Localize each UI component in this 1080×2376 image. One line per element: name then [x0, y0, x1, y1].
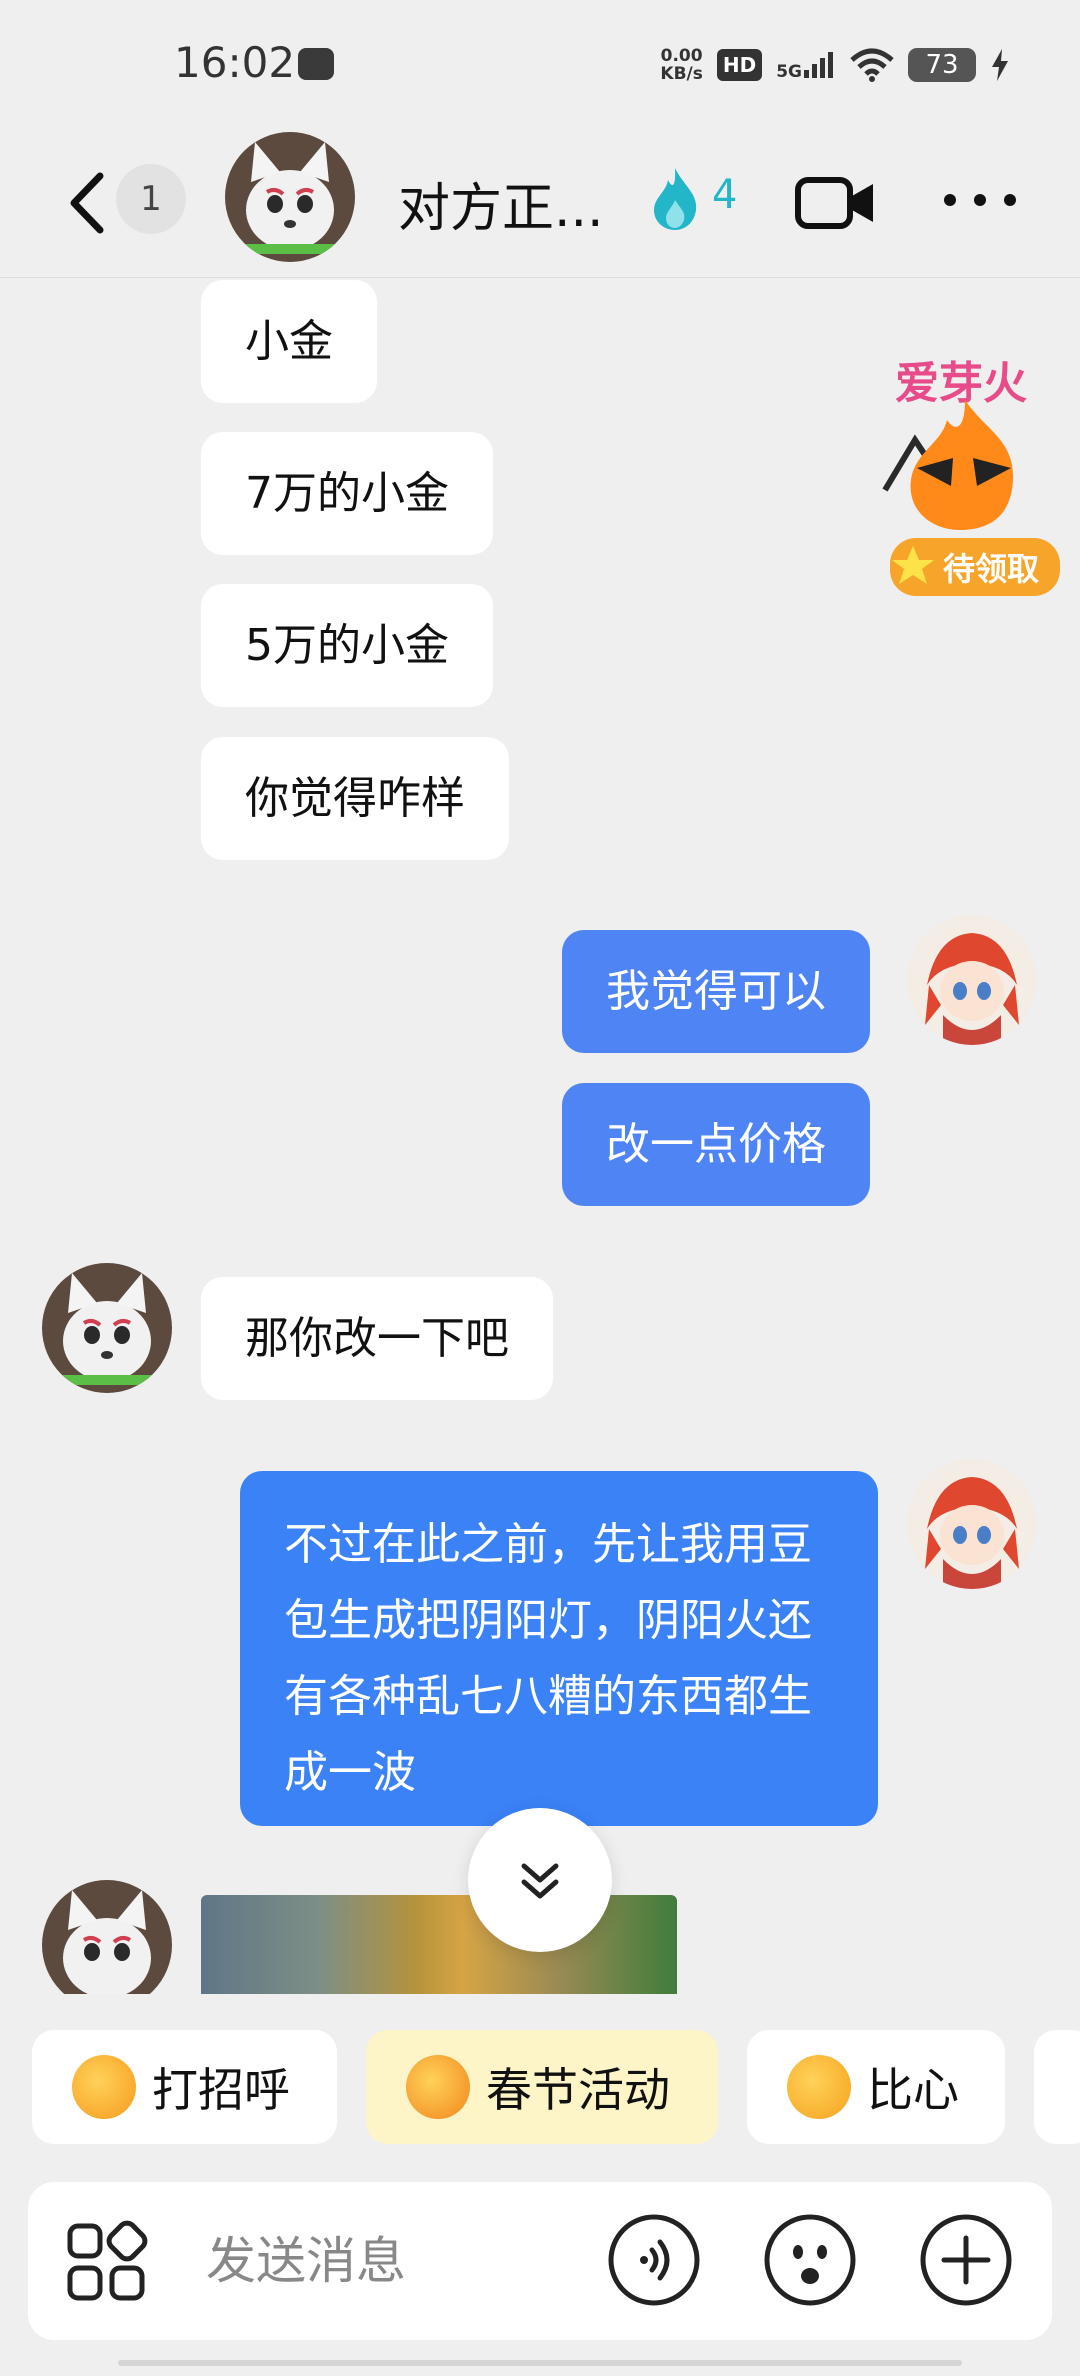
- message-bubble-incoming[interactable]: 你觉得咋样: [201, 737, 509, 860]
- hd-icon: HD: [716, 49, 763, 81]
- signal-bars-icon: [804, 52, 833, 78]
- double-chevron-down-icon: [521, 1863, 559, 1899]
- network-speed-unit: KB/s: [660, 64, 703, 84]
- contact-message-avatar[interactable]: [42, 1880, 172, 1994]
- promo-claim-label: 待领取: [943, 550, 1039, 588]
- waving-hand-emoji-icon: [72, 2055, 136, 2119]
- quick-reply-label: 比心: [867, 2063, 959, 2117]
- message-bubble-outgoing[interactable]: 改一点价格: [562, 1083, 870, 1206]
- anime-girl-avatar-image: [907, 915, 1037, 1045]
- scroll-to-bottom-button[interactable]: [468, 1808, 612, 1952]
- quick-reply-greet[interactable]: 打招呼: [32, 2030, 337, 2144]
- battery-icon: 73: [908, 48, 976, 82]
- network-type: 5G: [776, 62, 802, 82]
- my-avatar[interactable]: [907, 1459, 1037, 1589]
- status-time: 16:02: [174, 38, 296, 87]
- promo-banner-text: 爱芽火: [895, 358, 1027, 409]
- my-avatar[interactable]: [907, 915, 1037, 1045]
- chat-header: 1 对方正... 4: [0, 130, 1080, 278]
- message-bubble-outgoing[interactable]: 我觉得可以: [562, 930, 870, 1053]
- promo-reward-sticker[interactable]: 爱芽火 待领取: [855, 340, 1080, 610]
- white-fox-avatar-image: [225, 132, 355, 262]
- quick-reply-bar[interactable]: 打招呼 春节活动 比心: [0, 2030, 1080, 2146]
- gesture-bar[interactable]: [118, 2360, 962, 2366]
- voice-message-icon[interactable]: [606, 2212, 702, 2308]
- video-call-icon[interactable]: [795, 172, 877, 234]
- streak-flame-icon[interactable]: [648, 166, 702, 232]
- charging-icon: [992, 49, 1008, 81]
- emoji-face-icon[interactable]: [762, 2212, 858, 2308]
- contact-avatar[interactable]: [225, 132, 355, 262]
- flame-mascot-icon: 爱芽火 待领取: [882, 358, 1060, 596]
- vpn-icon: [298, 48, 334, 80]
- message-input-bar: [28, 2182, 1052, 2340]
- quick-reply-label: 春节活动: [486, 2063, 670, 2117]
- message-input[interactable]: [206, 2222, 606, 2300]
- anime-girl-avatar-image: [907, 1459, 1037, 1589]
- network-speed-value: 0.00: [660, 46, 703, 66]
- quick-reply-label: 打招呼: [152, 2063, 290, 2117]
- quick-reply-heart[interactable]: 比心: [747, 2030, 1005, 2144]
- network-speed: 0.00 KB/s: [660, 47, 702, 83]
- contact-message-avatar[interactable]: [42, 1263, 172, 1393]
- message-bubble-incoming[interactable]: 小金: [201, 280, 377, 403]
- more-options-icon[interactable]: [940, 185, 1020, 215]
- quick-reply-spring-festival[interactable]: 春节活动: [366, 2030, 718, 2144]
- heart-hands-emoji-icon: [787, 2055, 851, 2119]
- status-bar: 16:02 0.00 KB/s HD 5G 73: [0, 0, 1080, 130]
- message-bubble-incoming[interactable]: 7万的小金: [201, 432, 493, 555]
- spring-festival-emoji-icon: [406, 2055, 470, 2119]
- streak-count: 4: [712, 172, 738, 218]
- apps-grid-icon[interactable]: [66, 2220, 148, 2302]
- plus-circle-icon[interactable]: [918, 2212, 1014, 2308]
- message-bubble-outgoing-long[interactable]: 不过在此之前，先让我用豆包生成把阴阳灯，阴阳火还有各种乱七八糟的东西都生成一波: [240, 1471, 878, 1826]
- status-icons: 0.00 KB/s HD 5G 73: [660, 40, 1010, 90]
- contact-name[interactable]: 对方正...: [398, 166, 604, 241]
- quick-reply-more[interactable]: [1034, 2030, 1080, 2144]
- white-fox-avatar-image: [42, 1880, 172, 1994]
- white-fox-avatar-image: [42, 1263, 172, 1393]
- signal-icon: 5G: [776, 50, 836, 82]
- message-bubble-incoming[interactable]: 5万的小金: [201, 584, 493, 707]
- back-arrow-icon[interactable]: [62, 168, 112, 238]
- message-bubble-incoming[interactable]: 那你改一下吧: [201, 1277, 553, 1400]
- wifi-icon: [850, 48, 894, 82]
- unread-count-badge[interactable]: 1: [116, 164, 186, 234]
